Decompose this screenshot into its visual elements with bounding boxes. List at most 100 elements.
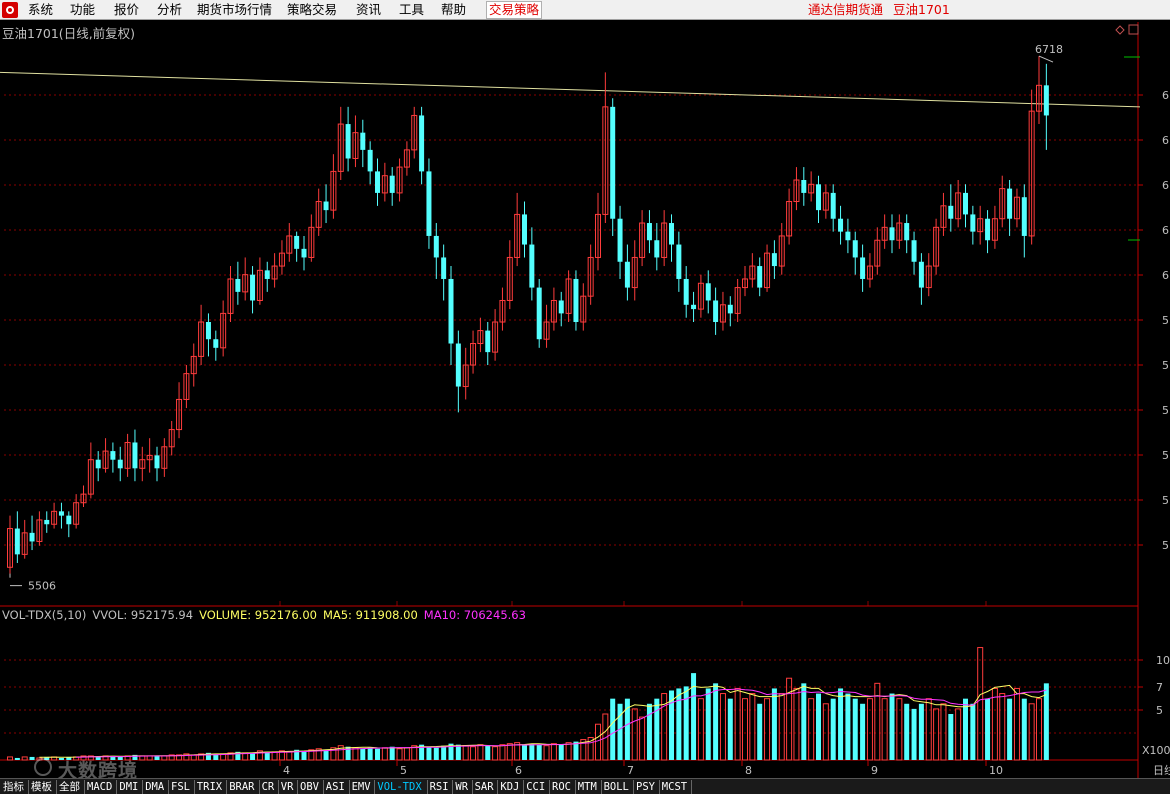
tab-cci[interactable]: CCI — [526, 780, 545, 794]
volume-bar — [470, 746, 477, 761]
volume-bar — [705, 688, 711, 760]
volume-bar — [764, 698, 771, 761]
tab-mtm[interactable]: MTM — [578, 780, 597, 794]
candle — [448, 266, 454, 366]
volume-bar — [492, 746, 499, 761]
volume-bar — [727, 698, 733, 760]
volume-bar — [1021, 698, 1027, 760]
candle — [36, 511, 43, 546]
tab-dma[interactable]: DMA — [145, 780, 164, 794]
volume-bar — [697, 698, 704, 761]
volume-bar — [881, 698, 888, 761]
volume-bar — [771, 688, 777, 760]
candle — [830, 184, 836, 232]
candle — [506, 240, 513, 310]
tab-separator — [574, 780, 576, 794]
volume-bar — [1013, 687, 1020, 761]
tab-separator — [523, 780, 525, 794]
candle-body — [117, 459, 123, 469]
tab-rsi[interactable]: RSI — [430, 780, 449, 794]
tab-separator — [426, 780, 428, 794]
tab-vr[interactable]: VR — [281, 780, 294, 794]
candle-body — [367, 149, 373, 172]
volume-unit-label: X100 — [1142, 744, 1170, 757]
tab-wr[interactable]: WR — [455, 780, 468, 794]
x-tick-label: 7 — [627, 764, 634, 777]
candle — [587, 244, 594, 305]
tab-asi[interactable]: ASI — [326, 780, 345, 794]
candle-body — [838, 218, 844, 232]
candle-body — [95, 459, 101, 469]
tab-全部[interactable]: 全部 — [59, 780, 80, 794]
tab-dmi[interactable]: DMI — [119, 780, 138, 794]
tab-模板[interactable]: 模板 — [31, 780, 52, 794]
tab-指标[interactable]: 指标 — [3, 780, 24, 794]
tab-separator — [297, 780, 298, 794]
candle — [933, 218, 940, 275]
volume-bar — [323, 749, 329, 760]
candle — [381, 162, 388, 202]
volume-tick-label: 10 — [1156, 654, 1170, 667]
tab-sar[interactable]: SAR — [475, 780, 494, 794]
candle — [315, 188, 322, 236]
tab-kdj[interactable]: KDJ — [500, 780, 519, 794]
candle-body — [250, 274, 256, 301]
candle — [80, 485, 87, 508]
volume-bar — [360, 748, 366, 760]
candle-body — [44, 519, 50, 525]
candle-body — [654, 240, 660, 258]
volume-bar — [426, 746, 432, 760]
tab-separator — [258, 780, 260, 794]
volume-bar — [999, 693, 1006, 761]
candle-body — [441, 257, 447, 279]
candle — [323, 184, 329, 224]
volume-bar — [646, 703, 652, 760]
candle — [705, 270, 711, 314]
volume-bar — [617, 703, 623, 760]
tab-mcst[interactable]: MCST — [662, 780, 687, 794]
candle — [146, 438, 153, 473]
candle — [610, 98, 616, 236]
candle — [617, 205, 623, 279]
volume-bar — [271, 751, 278, 761]
tab-emv[interactable]: EMV — [352, 780, 371, 794]
candle-body — [419, 115, 425, 172]
candle — [227, 266, 234, 322]
tab-obv[interactable]: OBV — [300, 780, 319, 794]
volume-bar — [381, 747, 388, 761]
volume-bar — [866, 698, 873, 761]
volume-bar — [948, 714, 954, 760]
volume-bar — [301, 750, 307, 760]
tab-vol-tdx[interactable]: VOL-TDX — [377, 780, 421, 794]
volume-bar — [719, 693, 726, 761]
tab-fsl[interactable]: FSL — [171, 780, 190, 794]
volume-bar — [375, 748, 380, 760]
volume-bar — [550, 743, 557, 761]
tab-brar[interactable]: BRAR — [229, 780, 254, 794]
tab-boll[interactable]: BOLL — [604, 780, 629, 794]
candle-body — [904, 223, 910, 241]
kline-chart[interactable]: 6 6 6 6 6 5 5 5 5 5 5 10 7 5 X100 4 5 6 7 8 9 10 日线 6718 5506 — [0, 0, 1170, 778]
tab-trix[interactable]: TRIX — [197, 780, 222, 794]
candle — [543, 304, 550, 348]
tab-psy[interactable]: PSY — [636, 780, 655, 794]
candle-body — [573, 278, 579, 322]
candle — [183, 365, 190, 409]
candle — [433, 223, 439, 279]
tab-macd[interactable]: MACD — [87, 780, 112, 794]
volume-bar — [352, 747, 359, 761]
volume-bar — [874, 682, 881, 761]
volume-bar — [403, 747, 410, 761]
tab-separator — [142, 780, 144, 794]
candle-body — [691, 304, 697, 310]
candle — [669, 214, 674, 262]
candle — [801, 167, 807, 206]
candle-body — [845, 231, 851, 241]
tab-separator — [277, 780, 279, 794]
candle-body — [14, 528, 20, 555]
tab-cr[interactable]: CR — [262, 780, 275, 794]
x-tick-label: 8 — [745, 764, 752, 777]
tab-roc[interactable]: ROC — [552, 780, 571, 794]
candle — [250, 266, 256, 314]
diamond-icon — [1115, 25, 1125, 35]
